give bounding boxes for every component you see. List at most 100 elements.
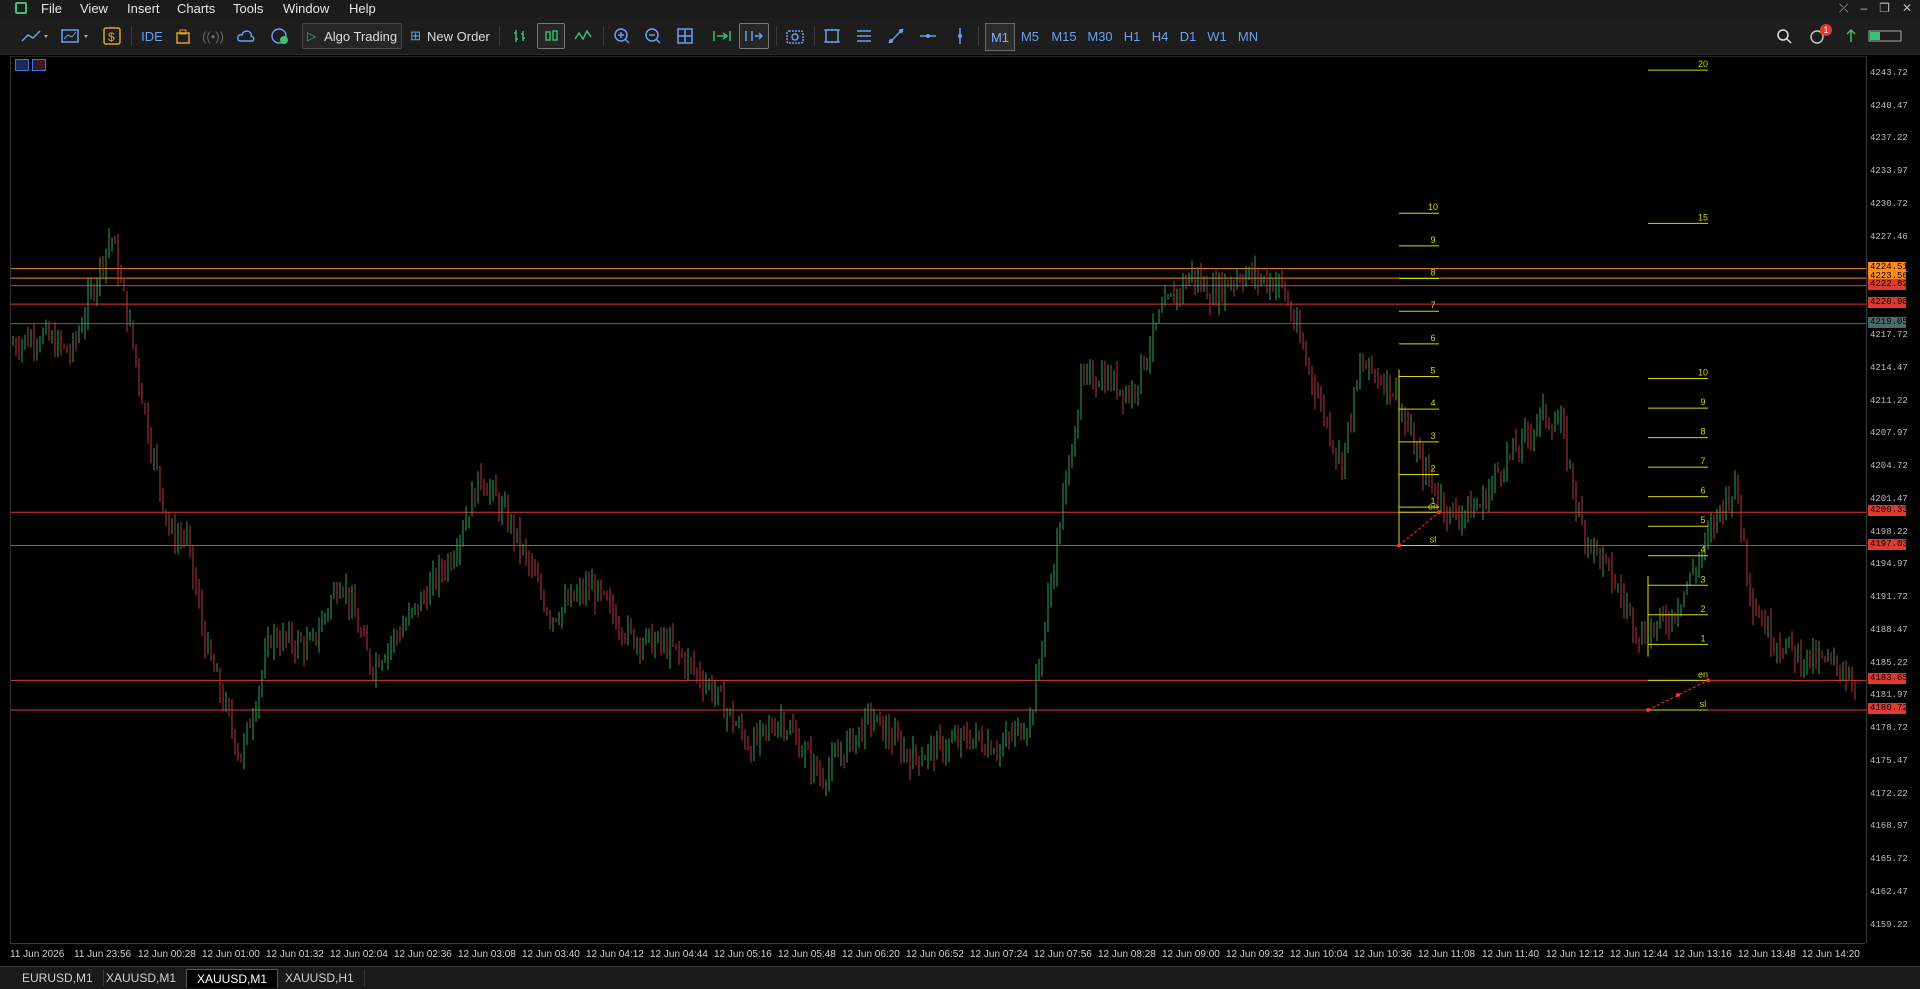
price-tick-label: 4233.97 xyxy=(1870,166,1908,177)
timeframe-w1[interactable]: W1 xyxy=(1203,23,1231,49)
pin-icon[interactable]: ⤫ xyxy=(1839,1,1849,16)
time-tick-label: 12 Jun 00:28 xyxy=(138,949,196,960)
tab-xauusd-h1[interactable]: XAUUSD,H1 xyxy=(275,969,365,987)
tab-eurusd-m1[interactable]: EURUSD,M1 xyxy=(12,969,104,987)
menu-file[interactable]: File xyxy=(41,1,62,16)
crosshair-frame-icon[interactable] xyxy=(820,23,844,49)
time-tick-label: 12 Jun 10:36 xyxy=(1354,949,1412,960)
screenshot-icon[interactable] xyxy=(783,23,807,49)
timeframe-m5[interactable]: M5 xyxy=(1015,23,1045,49)
autoscroll-icon[interactable] xyxy=(709,23,735,49)
hlines-icon[interactable] xyxy=(852,23,876,49)
price-level-badge: 4220.98 xyxy=(1868,297,1908,309)
time-axis: 11 Jun 2026 11 Jun 23:56 12 Jun 00:28 12 Ju… xyxy=(10,943,1865,964)
price-tick-label: 4178.72 xyxy=(1870,723,1908,734)
candlestick-icon[interactable] xyxy=(537,23,565,49)
ladder2-label: sl xyxy=(1700,699,1707,709)
price-level-badge: 4180.72 xyxy=(1868,702,1908,714)
price-tick-label: 4227.46 xyxy=(1870,231,1908,242)
close-icon[interactable]: ✕ xyxy=(1902,1,1912,16)
new-order-button[interactable]: ⊞ New Order xyxy=(408,23,492,49)
price-tick-label: 4217.72 xyxy=(1870,330,1908,340)
ladder1-label: sl xyxy=(1430,535,1437,545)
price-tick-label: 4204.72 xyxy=(1870,461,1908,472)
tab-xauusd-m1-active[interactable]: XAUUSD,M1 xyxy=(186,969,279,988)
menu-tools[interactable]: Tools xyxy=(233,1,263,16)
ladder2-label: 5 xyxy=(1700,515,1705,525)
ladder2-label: 2 xyxy=(1700,604,1705,614)
chart-type-icon[interactable] xyxy=(18,23,52,49)
time-tick-label: 12 Jun 01:00 xyxy=(202,949,260,960)
vps-icon[interactable] xyxy=(268,23,292,49)
menu-charts[interactable]: Charts xyxy=(177,1,215,16)
ladder2-top-label: 15 xyxy=(1698,212,1708,222)
restore-icon[interactable]: ❐ xyxy=(1879,1,1890,16)
algo-trading-button[interactable]: ▷ Algo Trading xyxy=(302,23,402,49)
notifications-icon[interactable]: 1 xyxy=(1806,23,1832,49)
price-level-badge: 4200.33 xyxy=(1868,505,1908,517)
menu-help[interactable]: Help xyxy=(349,1,376,16)
grid-icon[interactable] xyxy=(673,23,697,49)
toolbar-separator xyxy=(499,26,500,46)
price-chart[interactable]: 10 9 8 7 6 5 4 3 2 1 en sl 20 15 10 9 8 7 6 5 4 3 2 1 en sl xyxy=(10,56,1866,944)
market-icon[interactable]: $ xyxy=(100,23,124,49)
price-tick-label: 4201.47 xyxy=(1870,493,1908,504)
ladder1-label: en xyxy=(1428,501,1438,511)
ladder2-label: 8 xyxy=(1700,427,1705,437)
price-level-badge: 4197.03 xyxy=(1868,538,1908,550)
tab-xauusd-m1[interactable]: XAUUSD,M1 xyxy=(96,969,188,987)
toolbar-separator xyxy=(978,26,979,46)
time-tick-label: 12 Jun 04:12 xyxy=(586,949,644,960)
templates-icon[interactable] xyxy=(58,23,94,49)
time-tick-label: 12 Jun 06:52 xyxy=(906,949,964,960)
time-tick-label: 12 Jun 14:20 xyxy=(1802,949,1860,960)
line-chart-icon[interactable] xyxy=(571,23,595,49)
time-tick-label: 12 Jun 07:24 xyxy=(970,949,1028,960)
cloud-icon[interactable] xyxy=(234,23,258,49)
notification-badge: 1 xyxy=(1820,24,1832,36)
price-level-badge: 4219.05 xyxy=(1868,316,1908,328)
ladder1-label: 8 xyxy=(1430,268,1435,278)
ladder2-anchor xyxy=(1676,693,1680,698)
search-icon[interactable] xyxy=(1772,23,1796,49)
time-tick-label: 12 Jun 03:08 xyxy=(458,949,516,960)
menu-view[interactable]: View xyxy=(80,1,108,16)
time-tick-label: 12 Jun 13:16 xyxy=(1674,949,1732,960)
vertical-line-icon[interactable] xyxy=(948,23,972,49)
bar-chart-icon[interactable] xyxy=(508,23,532,49)
price-tick-label: 4175.47 xyxy=(1870,755,1908,766)
timeframe-h4[interactable]: H4 xyxy=(1147,23,1173,49)
timeframe-d1[interactable]: D1 xyxy=(1175,23,1201,49)
menu-insert[interactable]: Insert xyxy=(127,1,160,16)
timeframe-m30[interactable]: M30 xyxy=(1083,23,1117,49)
ladder2-top-label: 20 xyxy=(1698,59,1708,69)
price-tick-label: 4198.22 xyxy=(1870,526,1908,537)
ladder1-label: 4 xyxy=(1430,398,1435,408)
timeframe-h1[interactable]: H1 xyxy=(1119,23,1145,49)
toolbar: $ IDE ((•)) ▷ Algo Trading ⊞ New Order M… xyxy=(0,18,1920,55)
time-tick-label: 12 Jun 12:12 xyxy=(1546,949,1604,960)
minimize-icon[interactable]: – xyxy=(1860,1,1867,16)
price-axis: 4243.72 4240.47 4237.22 4233.97 4230.72 4227.… xyxy=(1866,56,1920,943)
time-tick-label: 12 Jun 02:04 xyxy=(330,949,388,960)
price-tick-label: 4181.97 xyxy=(1870,690,1908,701)
timeframe-mn[interactable]: MN xyxy=(1233,23,1263,49)
menu-window[interactable]: Window xyxy=(283,1,329,16)
ladder1-label: 10 xyxy=(1428,202,1438,212)
time-tick-label: 11 Jun 23:56 xyxy=(74,949,132,960)
svg-text:$: $ xyxy=(108,30,115,44)
timeframe-m15[interactable]: M15 xyxy=(1047,23,1081,49)
briefcase-icon[interactable] xyxy=(172,23,194,49)
signal-strength-icon[interactable] xyxy=(1840,23,1862,49)
time-tick-label: 12 Jun 04:44 xyxy=(650,949,708,960)
zoom-out-icon[interactable] xyxy=(641,23,665,49)
trendline-icon[interactable] xyxy=(884,23,908,49)
horizontal-line-icon[interactable] xyxy=(916,23,940,49)
chart-shift-icon[interactable] xyxy=(739,23,769,49)
zoom-in-icon[interactable] xyxy=(610,23,634,49)
app-logo-icon xyxy=(15,2,27,14)
signal-icon[interactable]: ((•)) xyxy=(202,23,224,49)
time-tick-label: 12 Jun 13:48 xyxy=(1738,949,1796,960)
timeframe-m1[interactable]: M1 xyxy=(985,23,1015,51)
ide-button[interactable]: IDE xyxy=(138,23,166,49)
